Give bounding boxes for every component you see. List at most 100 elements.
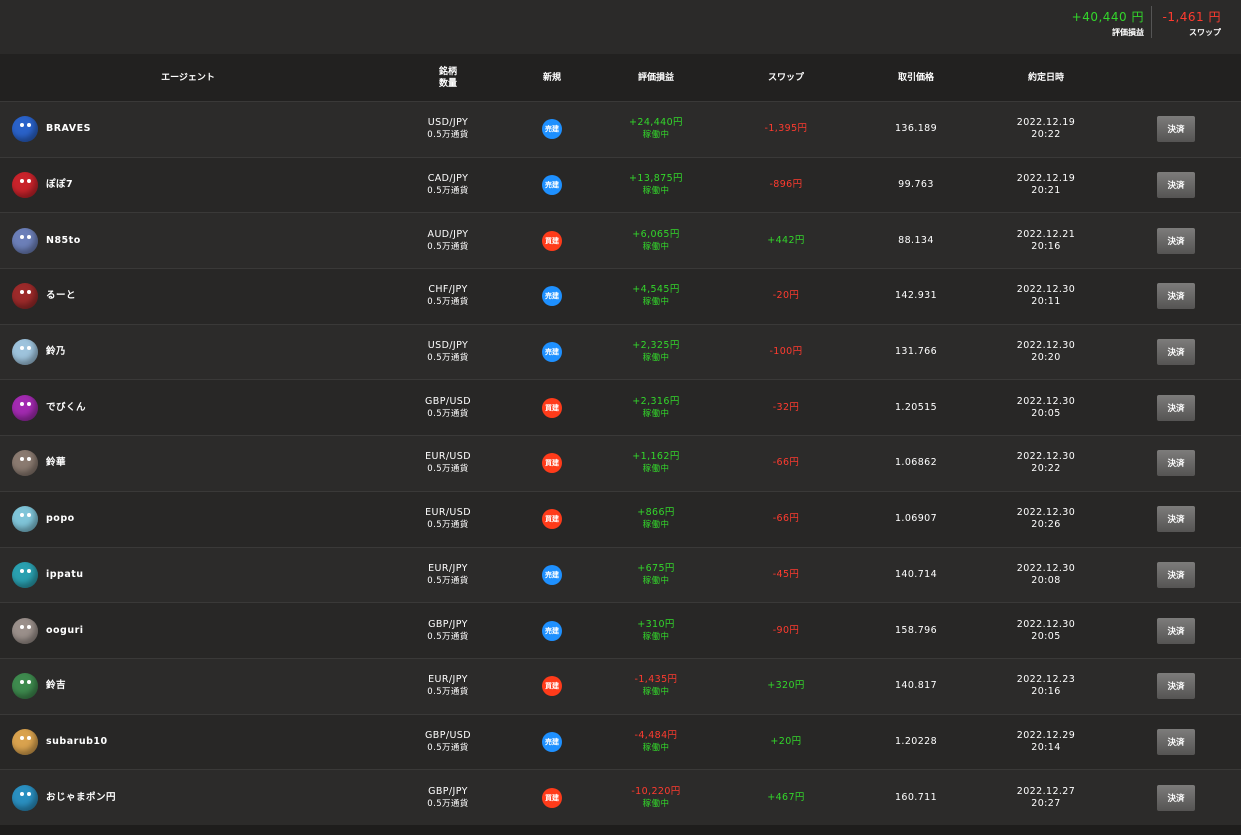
swap-cell: +320円 — [730, 659, 842, 714]
side-badge: 売建 — [542, 620, 562, 641]
settle-button[interactable]: 決済 — [1157, 172, 1195, 199]
settle-button[interactable]: 決済 — [1157, 561, 1195, 588]
positions-table: エージェント 銘柄 数量 新規 評価損益 スワップ 取引価格 約定日時 BRAV… — [0, 54, 1241, 825]
settle-button[interactable]: 決済 — [1157, 617, 1195, 644]
agent-avatar[interactable] — [12, 506, 38, 533]
status-text: 稼働中 — [642, 798, 670, 809]
table-row: N85to AUD/JPY 0.5万通貨 買建 +6,065円 稼働中 +442… — [0, 212, 1241, 269]
trade-time: 20:16 — [1031, 686, 1061, 698]
swap-value: +442円 — [767, 234, 805, 246]
agent-avatar[interactable] — [12, 728, 38, 755]
agent-avatar[interactable] — [12, 561, 38, 588]
table-body: BRAVES USD/JPY 0.5万通貨 売建 +24,440円 稼働中 -1… — [0, 101, 1241, 825]
date-cell: 2022.12.19 20:22 — [990, 102, 1102, 157]
action-cell: 決済 — [1140, 380, 1212, 435]
date-cell: 2022.12.23 20:16 — [990, 659, 1102, 714]
settle-button[interactable]: 決済 — [1157, 450, 1195, 477]
header-date: 約定日時 — [990, 54, 1102, 101]
agent-name[interactable]: 鈴吉 — [46, 680, 66, 692]
side-badge: 買建 — [542, 787, 562, 808]
pnl-cell: +13,875円 稼働中 — [600, 158, 712, 213]
pnl-value: -4,484円 — [634, 729, 678, 741]
agent-avatar[interactable] — [12, 617, 38, 644]
agent-name[interactable]: BRAVES — [46, 123, 91, 135]
agent-avatar[interactable] — [12, 227, 38, 254]
agent-avatar[interactable] — [12, 394, 38, 421]
side-badge: 買建 — [542, 230, 562, 251]
quantity: 0.5万通貨 — [427, 798, 469, 809]
date-cell: 2022.12.19 20:21 — [990, 158, 1102, 213]
agent-avatar[interactable] — [12, 673, 38, 700]
pnl-value: +310円 — [637, 618, 675, 630]
pnl-value: +675円 — [637, 562, 675, 574]
agent-name[interactable]: 鈴乃 — [46, 346, 66, 358]
quantity: 0.5万通貨 — [427, 742, 469, 753]
date-cell: 2022.12.30 20:22 — [990, 436, 1102, 491]
quantity: 0.5万通貨 — [427, 297, 469, 308]
table-header: エージェント 銘柄 数量 新規 評価損益 スワップ 取引価格 約定日時 — [0, 54, 1241, 101]
trade-price: 1.06907 — [894, 513, 938, 525]
agent-name[interactable]: ippatu — [46, 569, 84, 581]
trade-price: 1.06862 — [894, 457, 938, 469]
swap-cell: -1,395円 — [730, 102, 842, 157]
swap-value: -45円 — [772, 568, 800, 580]
header-price-label: 取引価格 — [897, 72, 934, 83]
quantity: 0.5万通貨 — [427, 130, 469, 141]
date-cell: 2022.12.30 20:05 — [990, 603, 1102, 658]
settle-button[interactable]: 決済 — [1157, 227, 1195, 254]
trade-price: 142.931 — [894, 290, 938, 302]
action-cell: 決済 — [1140, 770, 1212, 825]
status-text: 稼働中 — [642, 687, 670, 698]
quantity: 0.5万通貨 — [427, 687, 469, 698]
agent-avatar[interactable] — [12, 283, 38, 310]
pnl-value: +866円 — [637, 507, 675, 519]
settle-button[interactable]: 決済 — [1157, 283, 1195, 310]
agent-name[interactable]: N85to — [46, 235, 81, 247]
agent-name[interactable]: 鈴華 — [46, 457, 66, 469]
agent-avatar[interactable] — [12, 172, 38, 199]
settle-button[interactable]: 決済 — [1157, 506, 1195, 533]
settle-button[interactable]: 決済 — [1157, 784, 1195, 811]
quantity: 0.5万通貨 — [427, 631, 469, 642]
date-cell: 2022.12.27 20:27 — [990, 770, 1102, 825]
swap-value: -20円 — [772, 290, 800, 302]
header-symbol-label: 銘柄 — [438, 66, 457, 77]
status-text: 稼働中 — [642, 520, 670, 531]
trade-date: 2022.12.19 — [1016, 173, 1076, 185]
trade-date: 2022.12.23 — [1016, 674, 1076, 686]
action-cell: 決済 — [1140, 436, 1212, 491]
agent-name[interactable]: おじゃまポン円 — [46, 792, 116, 804]
agent-avatar[interactable] — [12, 450, 38, 477]
settle-button[interactable]: 決済 — [1157, 728, 1195, 755]
agent-name[interactable]: ぽぽ7 — [46, 179, 73, 191]
trade-time: 20:16 — [1031, 240, 1061, 252]
settle-button[interactable]: 決済 — [1157, 394, 1195, 421]
pnl-value: -10,220円 — [631, 785, 681, 797]
trade-time: 20:20 — [1031, 352, 1061, 364]
quantity: 0.5万通貨 — [427, 353, 469, 364]
settle-button[interactable]: 決済 — [1157, 116, 1195, 143]
symbol-cell: EUR/JPY 0.5万通貨 — [398, 548, 498, 603]
action-cell: 決済 — [1140, 102, 1212, 157]
agent-name[interactable]: るーと — [46, 290, 76, 302]
agent-name[interactable]: ooguri — [46, 625, 84, 637]
settle-button[interactable]: 決済 — [1157, 339, 1195, 366]
agent-avatar[interactable] — [12, 339, 38, 366]
agent-avatar[interactable] — [12, 784, 38, 811]
agent-name[interactable]: でびくん — [46, 402, 86, 414]
agent-avatar[interactable] — [12, 116, 38, 143]
side-badge: 売建 — [542, 731, 562, 752]
action-cell: 決済 — [1140, 659, 1212, 714]
agent-name[interactable]: popo — [46, 513, 75, 525]
header-pnl: 評価損益 — [600, 54, 712, 101]
trade-price: 131.766 — [894, 346, 938, 358]
currency-pair: EUR/USD — [425, 507, 471, 519]
swap-value: +20円 — [770, 735, 802, 747]
swap-cell: -896円 — [730, 158, 842, 213]
pnl-value: +6,065円 — [632, 228, 680, 240]
agent-name[interactable]: subarub10 — [46, 736, 108, 748]
trade-date: 2022.12.21 — [1016, 228, 1076, 240]
swap-cell: -66円 — [730, 492, 842, 547]
settle-button[interactable]: 決済 — [1157, 673, 1195, 700]
trade-price: 160.711 — [894, 791, 938, 803]
